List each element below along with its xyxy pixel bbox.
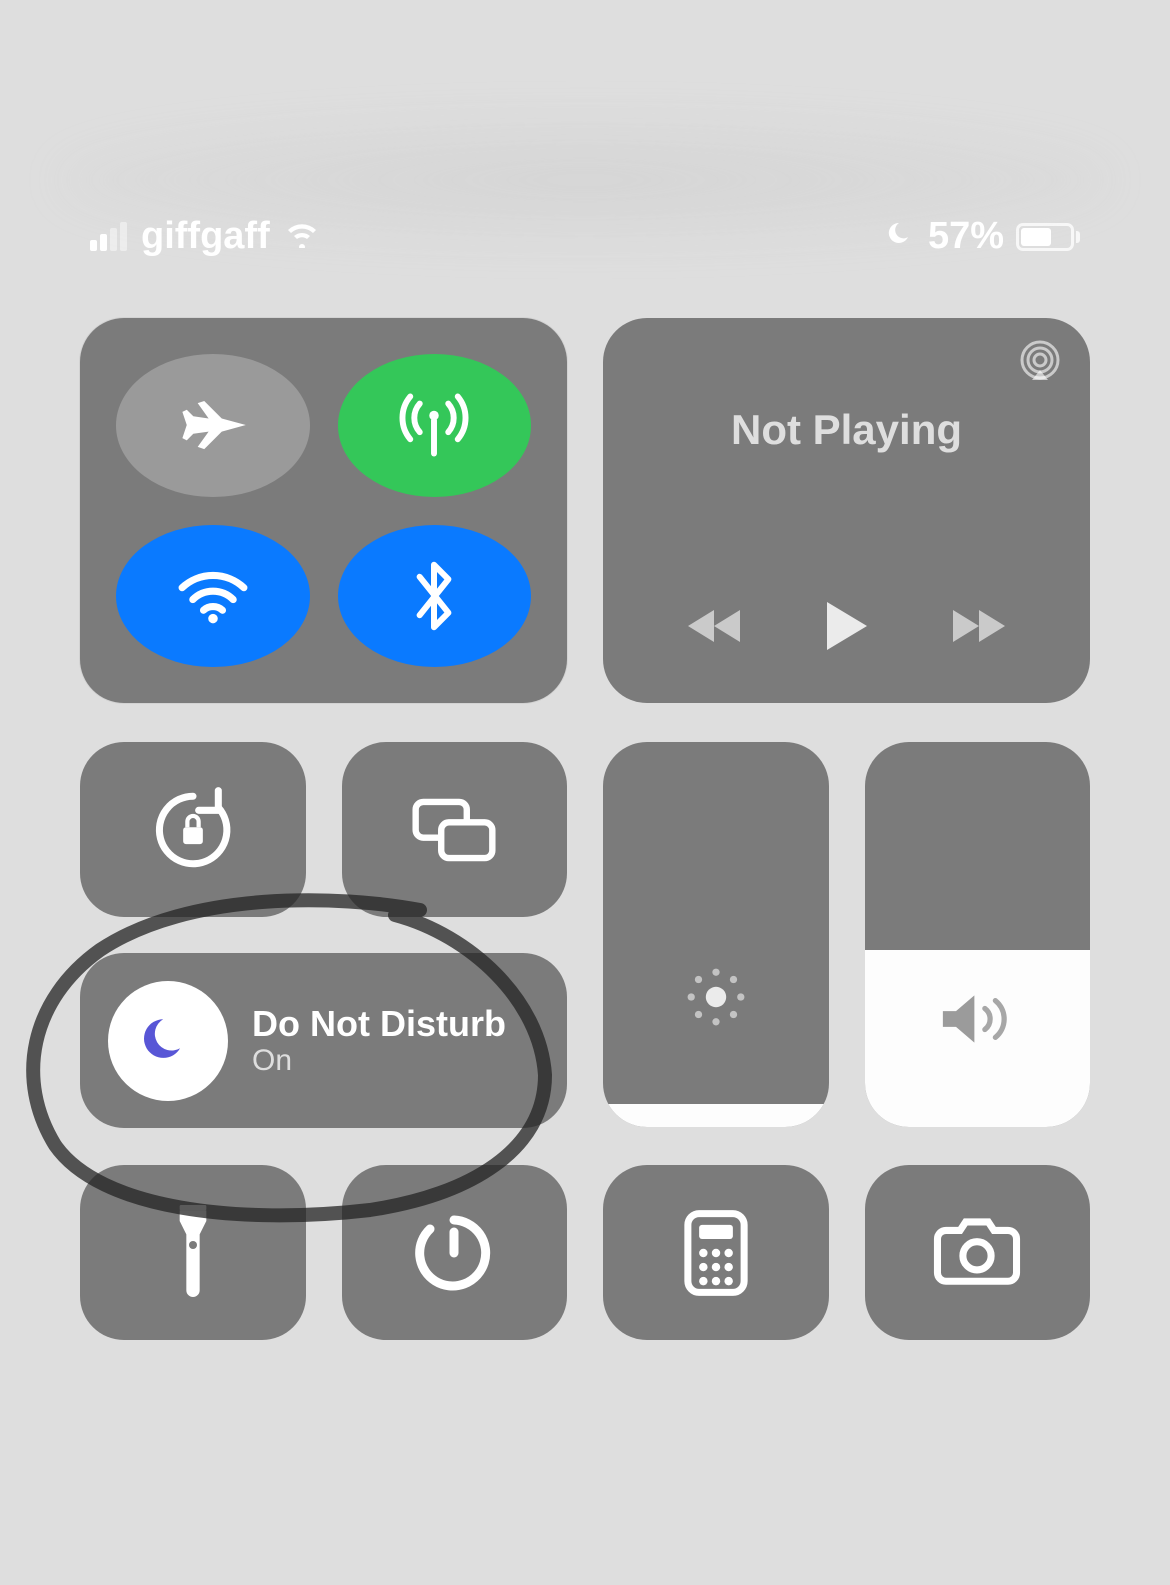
airplane-mode-toggle[interactable] — [116, 354, 310, 497]
brightness-fill — [603, 1104, 829, 1127]
calculator-icon — [682, 1208, 750, 1298]
dnd-text: Do Not Disturb On — [252, 1003, 506, 1078]
rotation-lock-icon — [148, 785, 238, 875]
cellular-data-toggle[interactable] — [338, 354, 532, 497]
control-center-row-1: Not Playing — [80, 318, 1090, 703]
media-controls — [631, 598, 1062, 659]
dnd-circle — [108, 981, 228, 1101]
orientation-lock-toggle[interactable] — [80, 742, 306, 917]
flashlight-button[interactable] — [80, 1165, 306, 1340]
rewind-button[interactable] — [684, 604, 748, 653]
do-not-disturb-toggle[interactable]: Do Not Disturb On — [80, 953, 567, 1128]
camera-button[interactable] — [865, 1165, 1091, 1340]
airplay-icon[interactable] — [1018, 340, 1062, 389]
screen-mirroring-button[interactable] — [342, 742, 568, 917]
control-center-row-3 — [80, 1165, 1090, 1340]
speaker-icon — [935, 986, 1019, 1057]
status-right: 57% — [888, 215, 1080, 258]
media-title: Not Playing — [631, 406, 1062, 454]
wifi-icon — [175, 566, 251, 626]
moon-icon — [139, 1012, 197, 1070]
cellular-signal-icon — [90, 222, 127, 251]
moon-icon — [888, 215, 916, 258]
dnd-title: Do Not Disturb — [252, 1003, 506, 1044]
battery-icon — [1016, 223, 1080, 251]
wifi-toggle[interactable] — [116, 525, 310, 668]
status-left: giffgaff — [90, 215, 320, 258]
forward-button[interactable] — [945, 604, 1009, 653]
airplane-icon — [178, 390, 248, 460]
screen-mirroring-icon — [408, 792, 500, 868]
bluetooth-icon — [410, 560, 458, 632]
wifi-icon — [284, 215, 320, 258]
connectivity-tile[interactable] — [80, 318, 567, 703]
dnd-status: On — [252, 1044, 506, 1078]
brightness-slider[interactable] — [603, 742, 829, 1127]
battery-percent: 57% — [928, 215, 1004, 258]
antenna-icon — [396, 387, 472, 463]
calculator-button[interactable] — [603, 1165, 829, 1340]
control-center-row-2: Do Not Disturb On — [80, 742, 1090, 1127]
timer-icon — [412, 1211, 496, 1295]
camera-icon — [929, 1217, 1025, 1289]
sun-icon — [681, 962, 751, 1037]
volume-slider[interactable] — [865, 742, 1091, 1127]
bluetooth-toggle[interactable] — [338, 525, 532, 668]
timer-button[interactable] — [342, 1165, 568, 1340]
carrier-name: giffgaff — [141, 215, 270, 258]
play-button[interactable] — [821, 598, 871, 659]
media-tile[interactable]: Not Playing — [603, 318, 1090, 703]
flashlight-icon — [169, 1203, 217, 1303]
status-bar: giffgaff 57% — [0, 215, 1170, 258]
